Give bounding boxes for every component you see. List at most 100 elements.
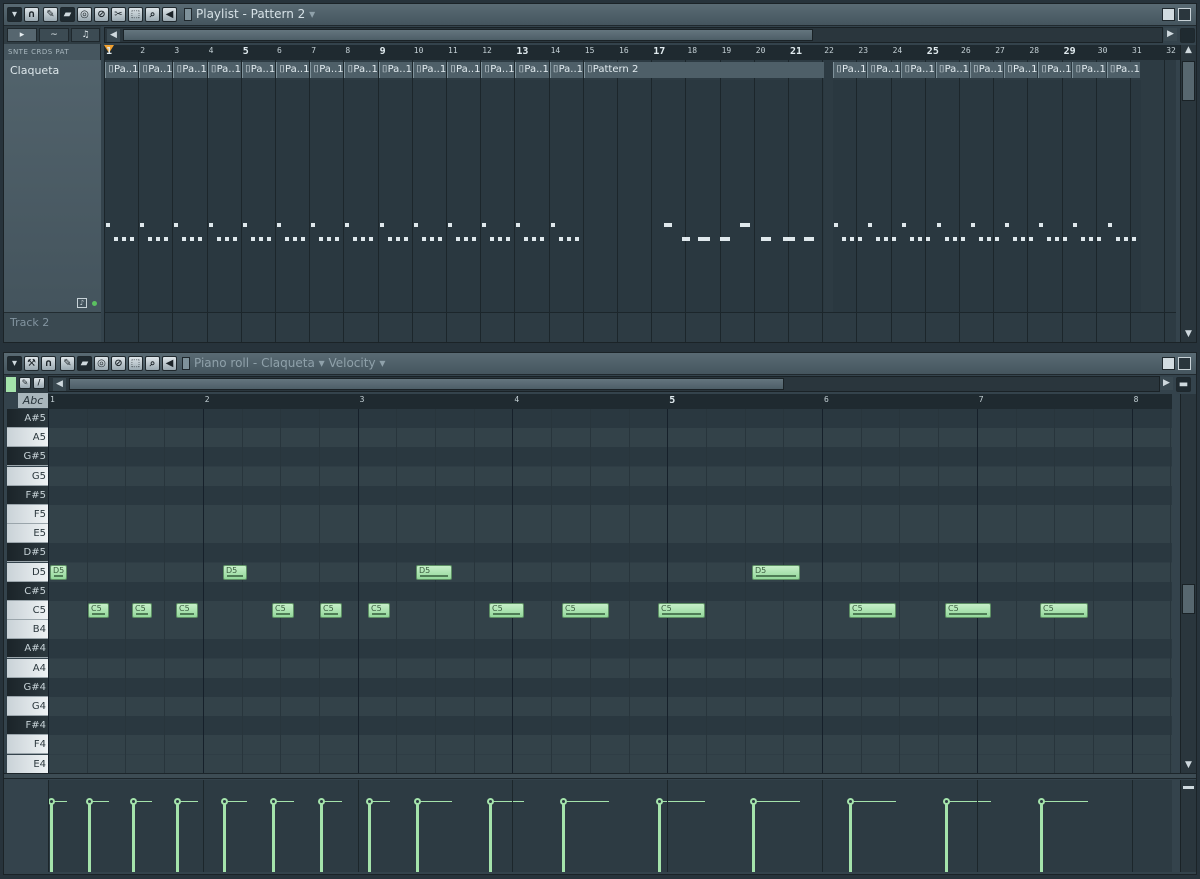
velocity-bar[interactable] bbox=[272, 802, 275, 872]
zoom-handle-icon[interactable] bbox=[1180, 28, 1195, 43]
piano-roll-titlebar[interactable]: ▾ ⚒ ∩ ✎ ▰ ◎ ⊘ ⬚ ⌕ ◀ Piano roll - Claquet… bbox=[4, 353, 1196, 375]
zoom-icon[interactable]: ⌕ bbox=[145, 356, 160, 371]
piano-key[interactable]: C5 bbox=[7, 601, 48, 620]
playback-icon[interactable]: ◀ bbox=[162, 7, 177, 22]
piano-key[interactable]: F#4 bbox=[7, 716, 48, 736]
pr-horizontal-scrollbar[interactable]: ◀ bbox=[48, 376, 1160, 392]
velocity-bar[interactable] bbox=[849, 802, 852, 872]
title-arrow-icon[interactable] bbox=[184, 8, 192, 21]
pattern-clip[interactable]: ⌷Pa..1 bbox=[276, 62, 310, 78]
close-icon[interactable] bbox=[1178, 8, 1191, 21]
scroll-thumb[interactable] bbox=[123, 29, 813, 41]
pattern-clip[interactable]: ⌷Pa..1 bbox=[935, 62, 969, 78]
brush-icon[interactable]: ▰ bbox=[60, 7, 75, 22]
velocity-bar[interactable] bbox=[176, 802, 179, 872]
pattern-clip[interactable]: ⌷Pa..1 bbox=[549, 62, 583, 78]
pattern-clip[interactable]: ⌷Pa..1 bbox=[833, 62, 867, 78]
piano-key[interactable]: F5 bbox=[7, 505, 48, 524]
zoom-handle-icon[interactable]: ▬ bbox=[1176, 377, 1191, 392]
pattern-clip[interactable]: ⌷Pa..1 bbox=[481, 62, 515, 78]
piano-key[interactable]: A#5 bbox=[7, 409, 48, 428]
color-swatch[interactable] bbox=[6, 377, 16, 392]
select-icon[interactable]: ⬚ bbox=[128, 356, 143, 371]
pattern-clip[interactable]: ⌷Pa..1 bbox=[901, 62, 935, 78]
piano-key[interactable]: G5 bbox=[7, 466, 48, 486]
velocity-bar[interactable] bbox=[945, 802, 948, 872]
piano-key[interactable]: G#5 bbox=[7, 447, 48, 467]
pattern-clip[interactable]: ⌷Pa..1 bbox=[1072, 62, 1106, 78]
pr-v-scroll-thumb[interactable] bbox=[1182, 584, 1195, 614]
piano-key[interactable]: G#4 bbox=[7, 677, 48, 697]
scroll-down-icon[interactable]: ▼ bbox=[1183, 329, 1194, 342]
horizontal-scrollbar[interactable]: ◀ bbox=[104, 27, 1163, 43]
wrench-icon[interactable]: ⚒ bbox=[24, 356, 39, 371]
playlist-pattern-name[interactable]: Pattern 2 bbox=[251, 7, 306, 21]
pattern-clip[interactable]: ⌷Pa..1 bbox=[1106, 62, 1140, 78]
piano-key[interactable]: A5 bbox=[7, 428, 48, 448]
note-block[interactable]: C5 bbox=[658, 603, 705, 618]
playlist-timeline[interactable]: 1 2 3 4 5 6 7 8 9 10 11 12 13 14 15 16 17 18 19 20 21 22 23 24 2… bbox=[104, 45, 1180, 60]
note-icon[interactable]: ♪ bbox=[77, 298, 87, 308]
pattern-clip[interactable]: ⌷Pa..1 bbox=[173, 62, 207, 78]
note-block[interactable]: C5 bbox=[176, 603, 198, 618]
playlist-grid[interactable]: ⌷Pa..1 ⌷Pa..1 ⌷Pa..1 ⌷Pa..1 ⌷Pa..1 ⌷Pa..1 ⌷Pa.… bbox=[104, 60, 1176, 342]
select-icon[interactable]: ⬚ bbox=[128, 7, 143, 22]
note-block[interactable]: C5 bbox=[320, 603, 342, 618]
velocity-bar[interactable] bbox=[752, 802, 755, 872]
pattern-clip[interactable]: ⌷Pa..1 bbox=[139, 62, 173, 78]
pattern-clip[interactable]: ⌷Pa..1 bbox=[515, 62, 549, 78]
pattern-clip[interactable]: ⌷Pa..1 bbox=[1038, 62, 1072, 78]
pr-scroll-thumb[interactable] bbox=[69, 378, 784, 390]
note-block[interactable]: C5 bbox=[945, 603, 991, 618]
pattern-clip[interactable]: ⌷Pa..1 bbox=[1004, 62, 1038, 78]
note-block[interactable]: D5 bbox=[50, 564, 67, 580]
scroll-right-icon[interactable]: ▶ bbox=[1164, 28, 1177, 41]
velocity-bar[interactable] bbox=[416, 802, 419, 872]
pr-vertical-scrollbar[interactable]: ▼ bbox=[1180, 394, 1196, 773]
line-icon[interactable]: / bbox=[33, 377, 45, 389]
maximize-icon[interactable] bbox=[1162, 357, 1175, 370]
pattern-clip[interactable]: ⌷Pa..1 bbox=[105, 62, 139, 78]
pattern-clip-body[interactable] bbox=[104, 80, 824, 312]
piano-key[interactable]: A4 bbox=[7, 658, 48, 678]
pattern-clip[interactable]: ⌷Pa..1 bbox=[241, 62, 275, 78]
collapse-icon[interactable] bbox=[1183, 786, 1194, 789]
velocity-bar[interactable] bbox=[1040, 802, 1043, 872]
piano-key[interactable]: F#5 bbox=[7, 485, 48, 505]
note-block[interactable]: C5 bbox=[849, 603, 896, 618]
tab-automation-icon[interactable]: ~ bbox=[39, 28, 69, 42]
scroll-down-icon[interactable]: ▼ bbox=[1183, 760, 1194, 773]
scroll-right-icon[interactable]: ▶ bbox=[1160, 377, 1173, 390]
note-block[interactable]: C5 bbox=[1040, 603, 1088, 618]
pencil-icon[interactable]: ✎ bbox=[60, 356, 75, 371]
piano-key[interactable]: A#4 bbox=[7, 639, 48, 659]
velocity-bar[interactable] bbox=[132, 802, 135, 872]
playlist-titlebar[interactable]: ▾ ∩ ✎ ▰ ◎ ⊘ ✂ ⬚ ⌕ ◀ Playlist - Pattern 2… bbox=[4, 4, 1196, 26]
pattern-clip[interactable]: ⌷Pa..1 bbox=[447, 62, 481, 78]
velocity-bar[interactable] bbox=[88, 802, 91, 872]
slice-icon[interactable]: ✂ bbox=[111, 7, 126, 22]
velocity-bar[interactable] bbox=[658, 802, 661, 872]
velocity-editor[interactable] bbox=[48, 780, 1172, 872]
piano-key[interactable]: D5 bbox=[7, 562, 48, 582]
event-editor-scrollbar[interactable] bbox=[1180, 780, 1196, 872]
pattern-clip-body[interactable] bbox=[833, 80, 1141, 312]
target-control[interactable]: Velocity bbox=[328, 356, 375, 370]
note-block[interactable]: D5 bbox=[752, 564, 800, 580]
piano-key[interactable]: D#5 bbox=[7, 543, 48, 563]
note-block[interactable]: C5 bbox=[272, 603, 294, 618]
note-block[interactable]: C5 bbox=[88, 603, 109, 618]
piano-key[interactable]: F4 bbox=[7, 735, 48, 755]
note-block[interactable]: C5 bbox=[489, 603, 524, 618]
track-1-header[interactable]: Claqueta ♪ bbox=[4, 60, 101, 312]
event-editor-splitter[interactable] bbox=[4, 773, 1196, 779]
menu-arrow-icon[interactable]: ▾ bbox=[7, 356, 22, 371]
velocity-bar[interactable] bbox=[489, 802, 492, 872]
title-arrow-icon[interactable] bbox=[182, 357, 190, 370]
piano-key[interactable]: E4 bbox=[7, 754, 48, 774]
piano-key[interactable]: G4 bbox=[7, 697, 48, 716]
led-icon[interactable] bbox=[92, 301, 97, 306]
tab-pattern-icon[interactable]: ♫ bbox=[71, 28, 100, 42]
velocity-bar[interactable] bbox=[368, 802, 371, 872]
channel-name[interactable]: Claqueta bbox=[261, 356, 315, 370]
